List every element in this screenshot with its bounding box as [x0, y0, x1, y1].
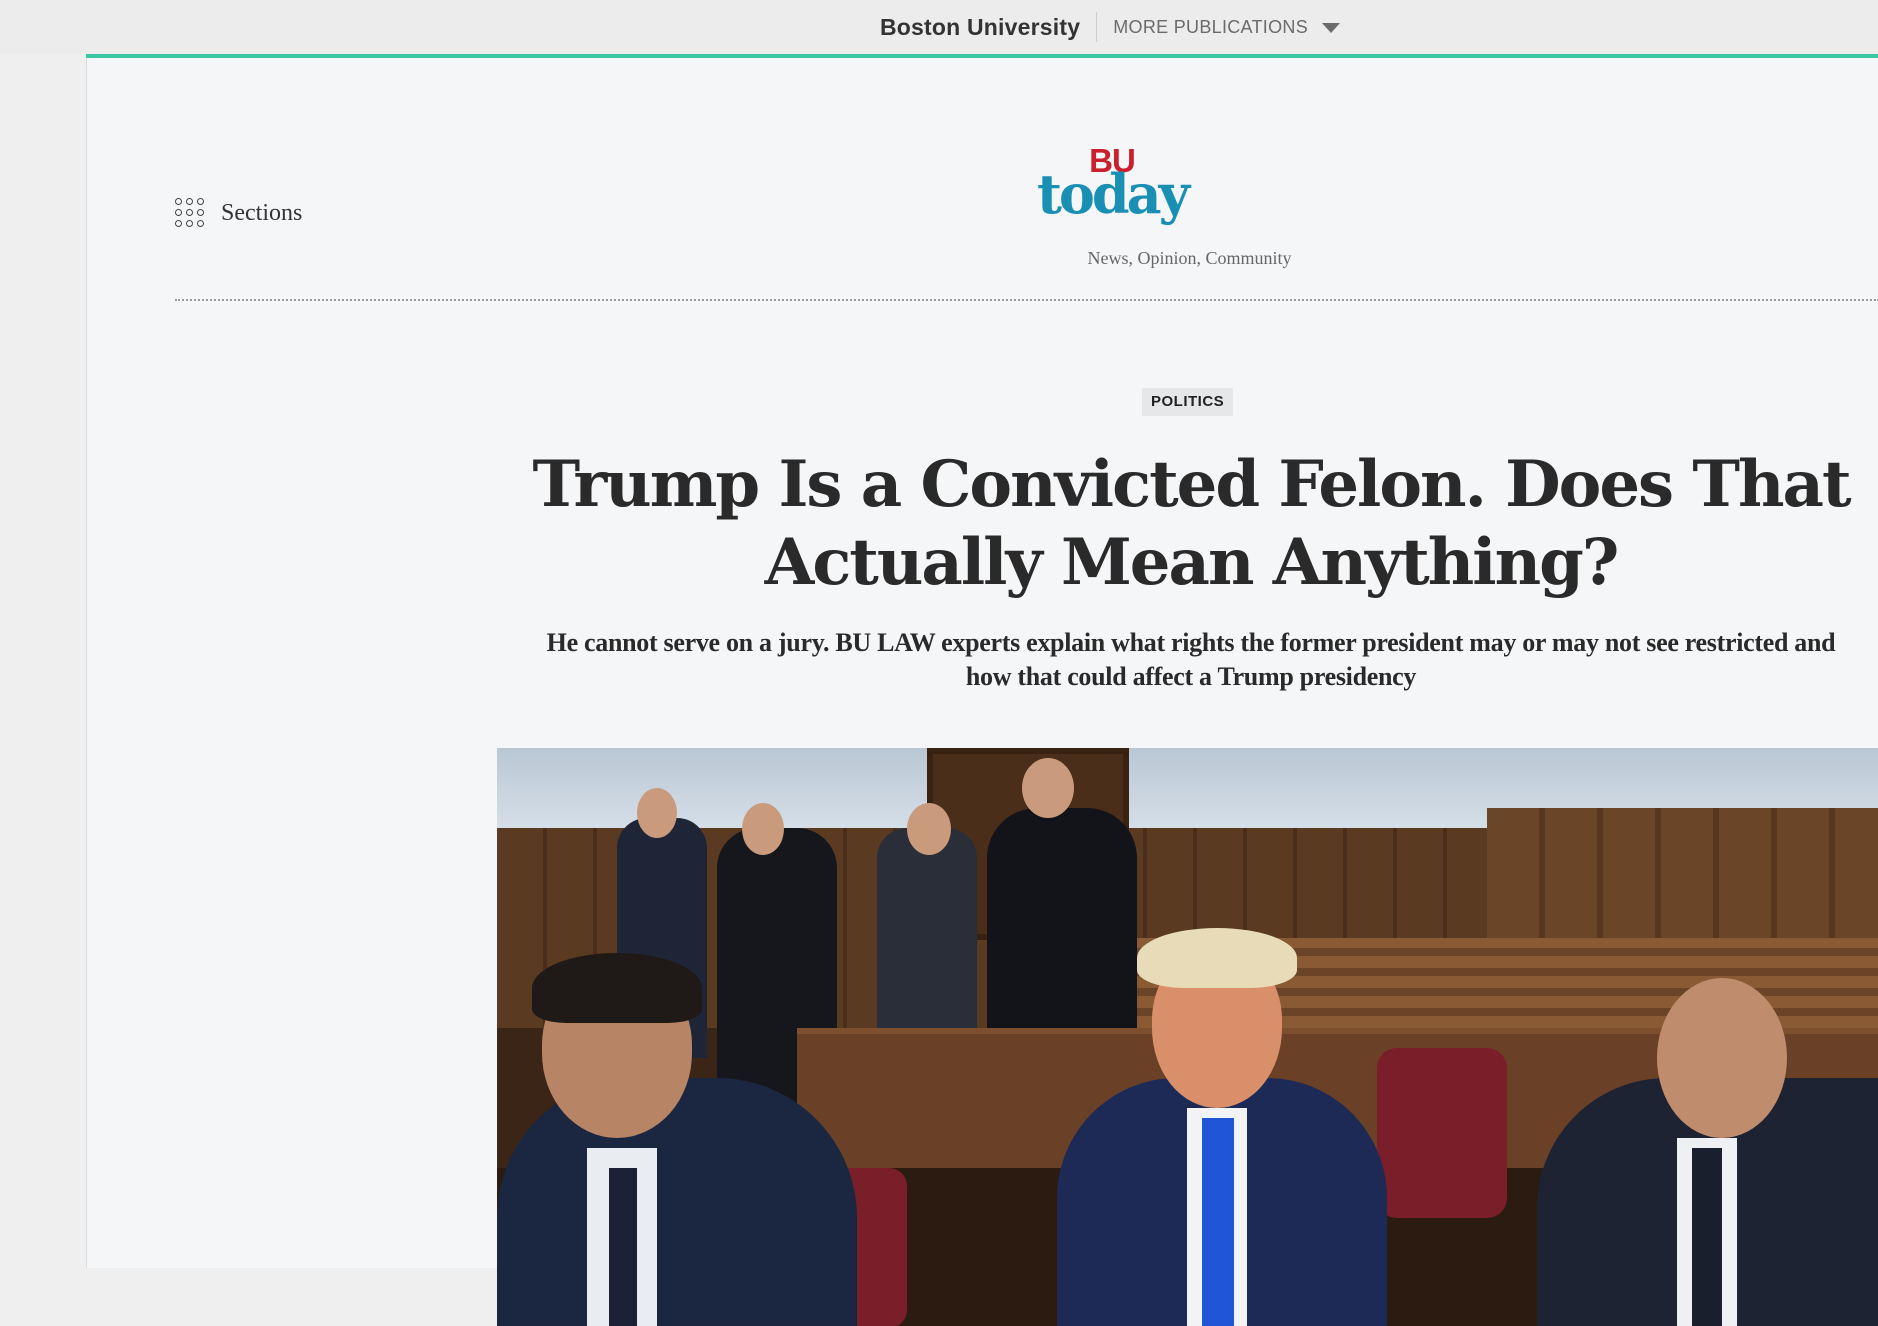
divider [1096, 12, 1098, 42]
publication-bar-inner: Boston University MORE PUBLICATIONS [880, 0, 1341, 54]
header-divider [175, 299, 1878, 301]
page-panel: Sections BU today News, Opinion, Communi… [86, 58, 1878, 1326]
boston-university-link[interactable]: Boston University [880, 14, 1080, 41]
more-publications-label: MORE PUBLICATIONS [1113, 16, 1309, 37]
logo-today-text: today [1036, 162, 1190, 226]
sections-label: Sections [221, 199, 303, 226]
grid-dots-icon [175, 198, 205, 228]
caret-down-icon [1322, 23, 1341, 33]
article-headline: Trump Is a Convicted Felon. Does That Ac… [532, 447, 1851, 600]
article-dek: He cannot serve on a jury. BU LAW expert… [546, 628, 1836, 691]
bu-today-logo[interactable]: BU today [1017, 144, 1207, 226]
more-publications-dropdown[interactable]: MORE PUBLICATIONS [1113, 16, 1341, 38]
hero-image [497, 748, 1878, 1326]
category-tag[interactable]: POLITICS [1142, 388, 1234, 416]
sections-menu-button[interactable]: Sections [175, 198, 302, 228]
publication-bar: Boston University MORE PUBLICATIONS [0, 0, 1878, 54]
site-tagline: News, Opinion, Community [1087, 248, 1292, 268]
